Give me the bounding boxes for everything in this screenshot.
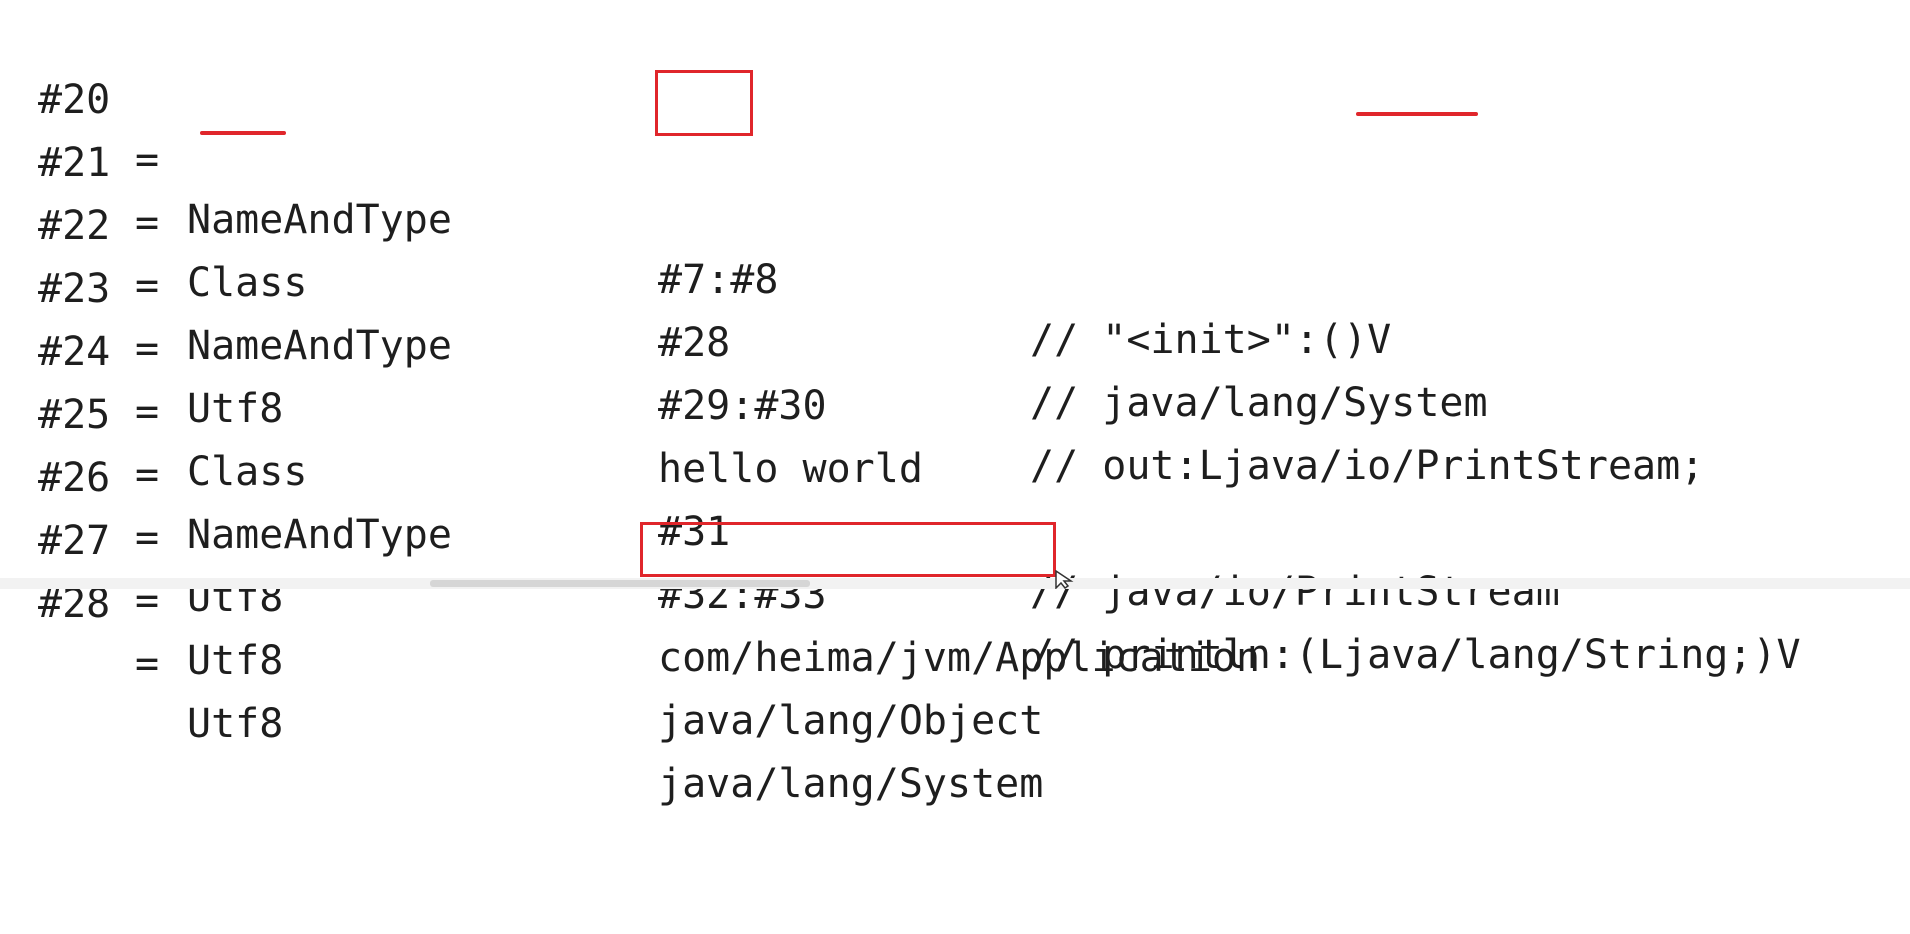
constant-pool-row: #20 = NameAndType #7:#8 // "<init>":()V <box>0 10 1910 363</box>
java-lang-system-highlight-box <box>640 522 1056 577</box>
entry-reference: com/heima/jvm/Application <box>658 635 1261 681</box>
system-underline-annotation <box>1356 112 1478 116</box>
class-underline-annotation <box>200 131 286 135</box>
horizontal-scrollbar-thumb[interactable] <box>430 580 810 587</box>
constant-pool-row: #23 = Utf8 hello world <box>0 199 1910 492</box>
ref-28-highlight-box <box>655 70 753 136</box>
bytecode-constant-pool-view: #20 = NameAndType #7:#8 // "<init>":()V … <box>0 0 1910 807</box>
constant-pool-row: #27 = Utf8 java/lang/Object <box>0 451 1910 744</box>
entry-equals: = <box>135 641 160 687</box>
arrow-cursor-icon <box>1055 570 1074 589</box>
constant-pool-row: #25 = NameAndType #32:#33 // println:(Lj… <box>0 325 1910 678</box>
constant-pool-row: #26 = Utf8 com/heima/jvm/Application <box>0 388 1910 681</box>
constant-pool-row: #24 = Class #31 // java/io/PrintStream <box>0 262 1910 615</box>
entry-type: Utf8 <box>187 638 284 684</box>
entry-reference: java/lang/System <box>658 761 1044 807</box>
constant-pool-row: #21 = Class #28 // java/lang/System <box>0 73 1910 426</box>
horizontal-scrollbar[interactable] <box>0 578 1910 589</box>
entry-type: Utf8 <box>187 701 284 747</box>
entry-reference: java/lang/Object <box>658 698 1044 744</box>
entry-type: Utf8 <box>187 575 284 621</box>
constant-pool-row: #22 = NameAndType #29:#30 // out:Ljava/i… <box>0 136 1910 489</box>
